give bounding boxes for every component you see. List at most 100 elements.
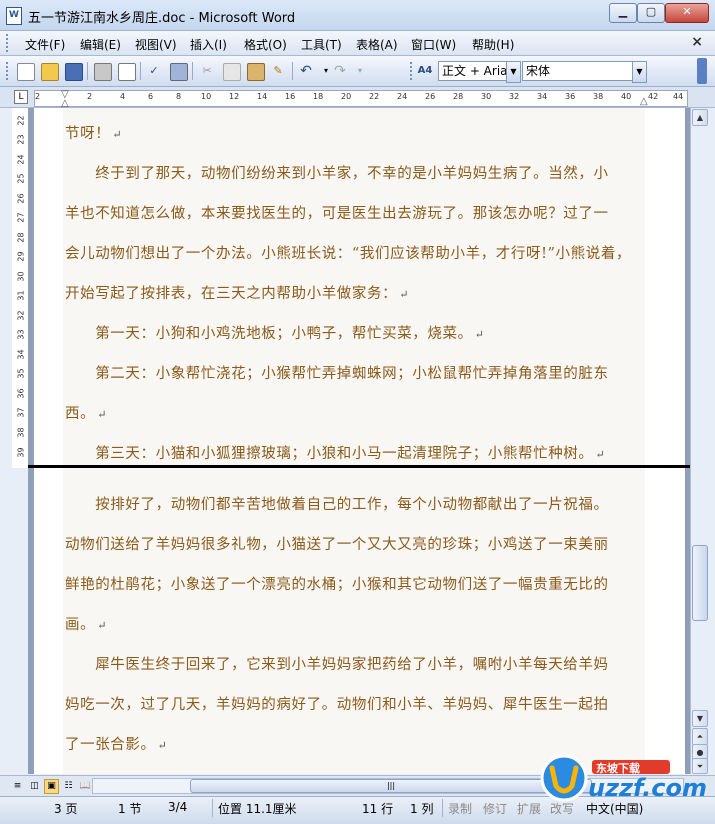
paragraph-mark-icon: ↵ bbox=[157, 739, 168, 752]
minimize-button[interactable]: ▁ bbox=[609, 3, 637, 23]
watermark-brand: uzzf.com bbox=[588, 774, 707, 802]
status-page-of: 3/4 bbox=[168, 800, 188, 814]
word-doc-icon[interactable]: W bbox=[6, 7, 22, 25]
paragraph-line[interactable]: 鲜艳的杜鹃花；小象送了一个漂亮的水桶；小猴和其它动物们送了一幅贵重无比的 bbox=[65, 573, 640, 594]
font-dropdown-arrow-icon[interactable]: ▼ bbox=[632, 61, 647, 83]
horizontal-ruler[interactable]: 2 2 4 6 8 10 12 14 16 18 20 22 24 26 28 … bbox=[34, 89, 688, 109]
horizontal-scroll-thumb[interactable]: ||| bbox=[190, 779, 592, 793]
vruler-number: 22 bbox=[16, 115, 26, 126]
paragraph-line[interactable]: 了一张合影。 ↵ bbox=[65, 733, 640, 754]
paragraph-line[interactable]: 画。 ↵ bbox=[65, 613, 640, 634]
paragraph-line[interactable]: 妈吃一次，过了几天，羊妈妈的病好了。动物们和小羊、羊妈妈、犀牛医生一起拍 bbox=[65, 693, 640, 714]
undo-icon[interactable]: ↶ bbox=[298, 63, 314, 79]
menu-file[interactable]: 文件(F) bbox=[25, 36, 65, 53]
paragraph-line[interactable]: 终于到了那天，动物们纷纷来到小羊家，不幸的是小羊妈妈生病了。当然，小 bbox=[65, 162, 640, 183]
print-preview-icon[interactable] bbox=[118, 63, 136, 81]
vertical-ruler[interactable]: 22 23 24 25 26 27 28 29 30 31 32 33 34 3… bbox=[12, 108, 29, 468]
vruler-number: 29 bbox=[16, 251, 26, 262]
ruler-number: 44 bbox=[673, 92, 684, 101]
ruler-number: 36 bbox=[565, 92, 576, 101]
menu-insert[interactable]: 插入(I) bbox=[190, 36, 227, 53]
style-dropdown-arrow-icon[interactable]: ▼ bbox=[506, 61, 521, 83]
vruler-number: 39 bbox=[16, 447, 26, 458]
document-area[interactable]: 节呀！ ↵ 终于到了那天，动物们纷纷来到小羊家，不幸的是小羊妈妈生病了。当然，小 … bbox=[28, 108, 690, 774]
paragraph-line[interactable]: 动物们送给了羊妈妈很多礼物，小猫送了一个又大又亮的珍珠；小鸡送了一束美丽 bbox=[65, 533, 640, 554]
print-icon[interactable] bbox=[94, 63, 112, 81]
menu-window[interactable]: 窗口(W) bbox=[411, 36, 456, 53]
ruler-number: 16 bbox=[285, 92, 296, 101]
font-select[interactable]: 宋体 bbox=[522, 61, 637, 81]
paragraph-line[interactable]: 犀牛医生终于回来了，它来到小羊妈妈家把药给了小羊，嘱咐小羊每天给羊妈 bbox=[65, 653, 640, 674]
paragraph-line[interactable]: 第二天：小象帮忙浇花；小猴帮忙弄掉蜘蛛网；小松鼠帮忙弄掉角落里的脏东 bbox=[65, 362, 640, 383]
ruler-number: 20 bbox=[341, 92, 352, 101]
cut-icon[interactable]: ✂ bbox=[199, 63, 215, 79]
outline-view-icon[interactable]: ☷ bbox=[61, 779, 76, 794]
right-indent-marker[interactable]: △ bbox=[640, 96, 648, 107]
status-section: 1 节 bbox=[118, 802, 142, 816]
format-painter-icon[interactable]: ✎ bbox=[270, 63, 286, 79]
web-layout-view-icon[interactable]: ◫ bbox=[27, 779, 42, 794]
styles-and-formatting-icon[interactable]: A4 bbox=[417, 63, 433, 79]
paragraph-line[interactable]: 羊也不知道怎么做，本来要找医生的，可是医生出去游玩了。那该怎办呢？过了一 bbox=[65, 202, 640, 223]
toolbar-grip[interactable] bbox=[6, 62, 11, 80]
menu-tools[interactable]: 工具(T) bbox=[301, 36, 342, 53]
menu-format[interactable]: 格式(O) bbox=[244, 36, 287, 53]
vertical-scrollbar[interactable]: ▲ ▼ ⏶ ● ⏷ bbox=[690, 108, 708, 774]
vruler-number: 31 bbox=[16, 290, 26, 301]
menu-view[interactable]: 视图(V) bbox=[135, 36, 177, 53]
style-select[interactable]: 正文 + Aria bbox=[438, 61, 509, 81]
menu-help[interactable]: 帮助(H) bbox=[472, 36, 514, 53]
vruler-number: 24 bbox=[16, 154, 26, 165]
save-icon[interactable] bbox=[65, 63, 83, 81]
paragraph-line[interactable]: 第三天：小猫和小狐狸擦玻璃；小狼和小马一起清理院子；小熊帮忙种树。 ↵ bbox=[65, 442, 640, 463]
normal-view-icon[interactable]: ≡ bbox=[10, 779, 25, 794]
menu-edit[interactable]: 编辑(E) bbox=[80, 36, 121, 53]
reading-layout-view-icon[interactable]: 📖 bbox=[78, 779, 93, 794]
status-track-changes[interactable]: 修订 bbox=[483, 800, 507, 817]
formatting-toolbar-options-icon[interactable] bbox=[697, 58, 707, 84]
ruler-number: 14 bbox=[257, 92, 268, 101]
redo-icon[interactable]: ↷ bbox=[332, 63, 348, 79]
spelling-check-icon[interactable]: ✓ bbox=[146, 63, 162, 79]
window-title: 五一节游江南水乡周庄.doc - Microsoft Word bbox=[28, 11, 296, 26]
paragraph-line[interactable]: 第一天：小狗和小鸡洗地板；小鸭子，帮忙买菜，烧菜。 ↵ bbox=[65, 322, 640, 343]
site-watermark-logo: 东坡下载 uzzf.com bbox=[538, 752, 713, 804]
new-document-icon[interactable] bbox=[17, 63, 35, 81]
open-folder-icon[interactable] bbox=[41, 63, 59, 81]
status-record-macro[interactable]: 录制 bbox=[448, 800, 472, 817]
paste-icon[interactable] bbox=[247, 63, 265, 81]
scroll-up-button[interactable]: ▲ bbox=[692, 109, 708, 126]
close-document-button[interactable]: × bbox=[691, 34, 703, 50]
paragraph-line[interactable]: 按排好了，动物们都辛苦地做着自己的工作，每个小动物都献出了一片祝福。 bbox=[65, 493, 640, 514]
ruler-number: 32 bbox=[509, 92, 520, 101]
maximize-button[interactable]: ▢ bbox=[637, 3, 665, 23]
print-layout-view-icon[interactable]: ▣ bbox=[44, 779, 59, 794]
vruler-number: 30 bbox=[16, 271, 26, 282]
menu-grip[interactable] bbox=[6, 34, 11, 52]
menu-table[interactable]: 表格(A) bbox=[356, 36, 398, 53]
ruler-number: 10 bbox=[201, 92, 212, 101]
double-arrow-up-icon: ⏶ bbox=[696, 732, 704, 741]
research-icon[interactable] bbox=[170, 63, 188, 81]
ruler-number: 4 bbox=[120, 92, 126, 101]
status-separator bbox=[442, 799, 443, 817]
ruler-number: 22 bbox=[369, 92, 380, 101]
previous-page-button[interactable]: ⏶ bbox=[692, 728, 708, 745]
paragraph-line[interactable]: 会儿动物们想出了一个办法。小熊班长说：“我们应该帮助小羊，才行呀!”小熊说着， bbox=[65, 242, 640, 263]
paragraph-line[interactable]: 西。 ↵ bbox=[65, 402, 640, 423]
paragraph-line[interactable]: 节呀！ ↵ bbox=[65, 122, 640, 143]
tab-selector[interactable]: L bbox=[14, 90, 28, 104]
formatting-toolbar-grip[interactable] bbox=[410, 62, 415, 80]
scroll-thumb[interactable] bbox=[692, 545, 708, 621]
scroll-down-button[interactable]: ▼ bbox=[692, 710, 708, 727]
vruler-number: 36 bbox=[16, 388, 26, 399]
copy-icon[interactable] bbox=[223, 63, 241, 81]
redo-dropdown-icon[interactable]: ▾ bbox=[352, 63, 368, 79]
close-button[interactable]: ✕ bbox=[665, 3, 709, 23]
status-page: 3 页 bbox=[54, 802, 78, 816]
paragraph-line[interactable]: 开始写起了按排表，在三天之内帮助小羊做家务： ↵ bbox=[65, 282, 640, 303]
status-line: 11 行 bbox=[362, 802, 394, 816]
ruler-number: 18 bbox=[313, 92, 324, 101]
ruler-number: 38 bbox=[593, 92, 604, 101]
menu-bar: 文件(F) 编辑(E) 视图(V) 插入(I) 格式(O) 工具(T) 表格(A… bbox=[0, 31, 715, 56]
